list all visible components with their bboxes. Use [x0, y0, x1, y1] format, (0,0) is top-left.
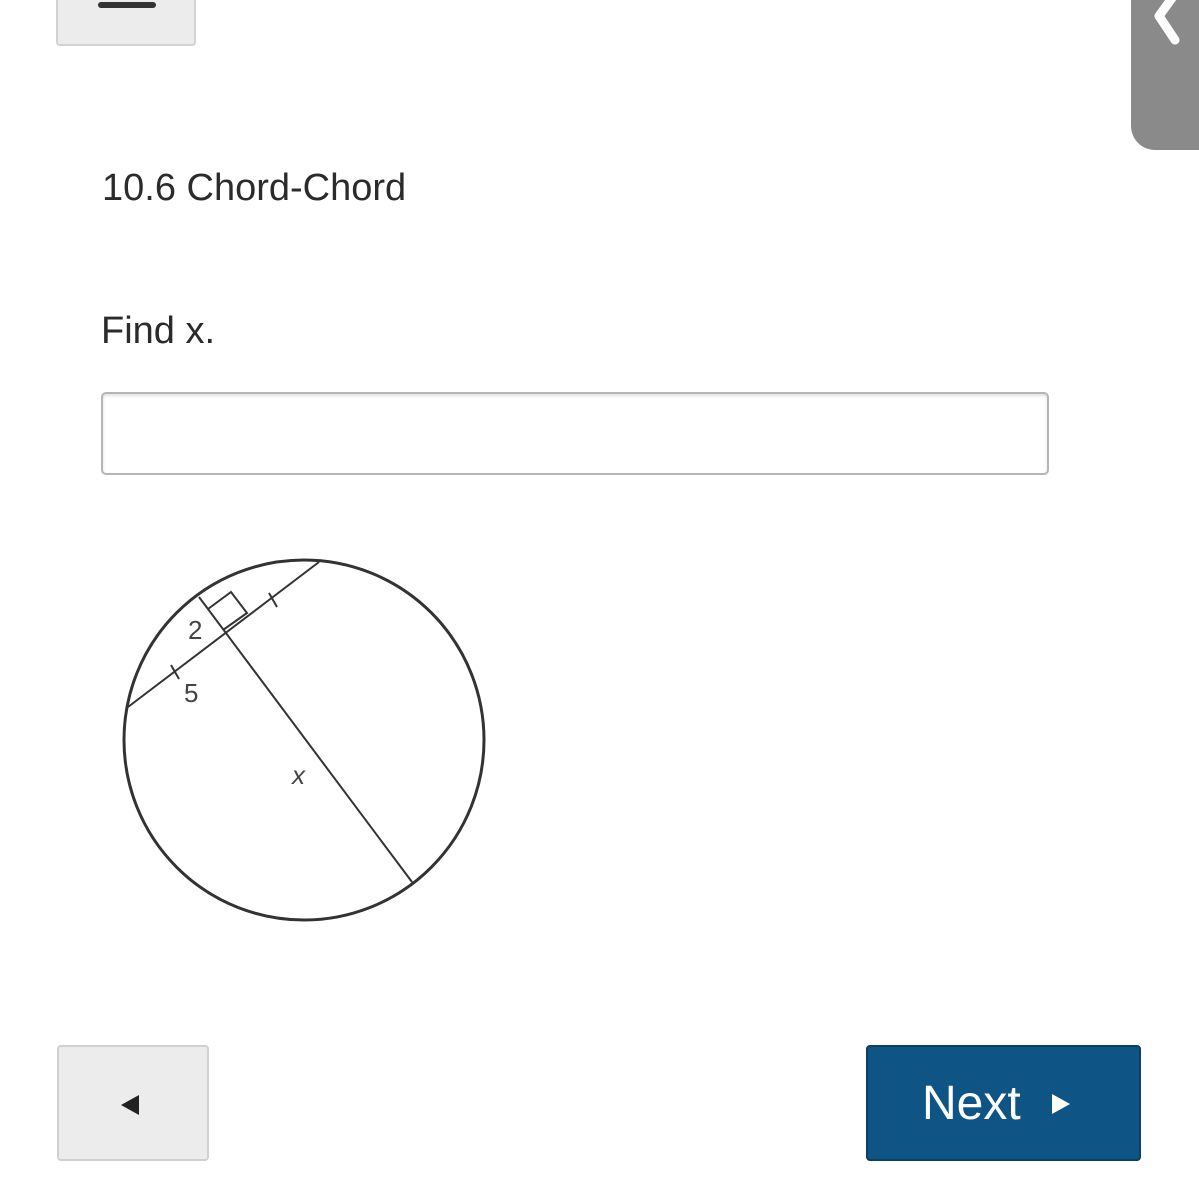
next-button-label: Next: [922, 1077, 1021, 1130]
side-panel-tab[interactable]: [1131, 0, 1199, 150]
question-prompt: Find x.: [101, 310, 216, 352]
chevron-left-icon: [1154, 0, 1180, 45]
menu-button[interactable]: [56, 0, 196, 46]
triangle-left-icon: [121, 1095, 139, 1115]
chord-long: [198, 596, 413, 883]
segment-label-x: x: [290, 760, 306, 790]
back-button[interactable]: [57, 1045, 209, 1161]
circle-outline: [122, 558, 486, 922]
segment-label-2: 2: [188, 615, 202, 645]
menu-bar-icon: [98, 2, 156, 8]
right-angle-mark: [207, 590, 249, 631]
triangle-right-icon: [1052, 1094, 1070, 1114]
section-title: 10.6 Chord-Chord: [102, 167, 407, 209]
chord-chord-figure: 2 5 x: [122, 558, 486, 922]
next-button[interactable]: Next: [866, 1045, 1141, 1161]
answer-input[interactable]: [101, 392, 1049, 475]
segment-label-5: 5: [184, 678, 198, 708]
tick-mark-lower: [170, 664, 180, 680]
